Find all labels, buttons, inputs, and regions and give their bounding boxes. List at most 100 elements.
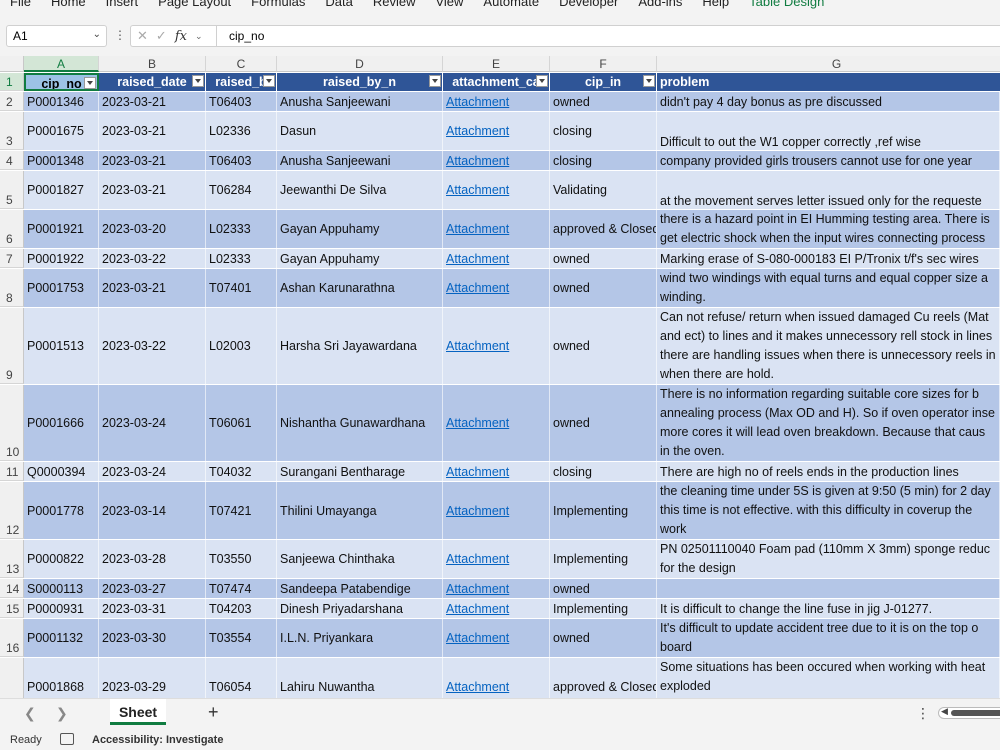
table-cell[interactable]: P0001675 — [24, 112, 99, 150]
cancel-icon[interactable]: ✕ — [137, 28, 148, 44]
ribbon-tab-developer[interactable]: Developer — [549, 0, 628, 9]
row-header[interactable]: 17 — [0, 658, 24, 698]
ribbon-tab-data[interactable]: Data — [315, 0, 362, 9]
column-header-a[interactable]: A — [24, 56, 99, 72]
attachment-link[interactable]: Attachment — [443, 210, 550, 248]
table-cell[interactable]: Harsha Sri Jayawardana — [277, 308, 443, 384]
table-cell[interactable]: L02333 — [206, 249, 277, 268]
table-cell[interactable]: P0001921 — [24, 210, 99, 248]
table-cell[interactable]: P0001346 — [24, 92, 99, 111]
attachment-link[interactable]: Attachment — [443, 249, 550, 268]
table-cell[interactable]: T07401 — [206, 269, 277, 307]
add-sheet-icon[interactable]: + — [208, 702, 219, 723]
macro-record-icon[interactable] — [60, 733, 74, 745]
attachment-link[interactable]: Attachment — [443, 579, 550, 598]
row-header[interactable]: 7 — [0, 249, 24, 268]
ribbon-tab-home[interactable]: Home — [41, 0, 96, 9]
table-cell[interactable]: Anusha Sanjeewani — [277, 92, 443, 111]
table-cell[interactable]: at the movement serves letter issued onl… — [657, 171, 1000, 209]
table-cell[interactable]: Dinesh Priyadarshana — [277, 599, 443, 618]
select-all-corner[interactable] — [0, 56, 24, 72]
scrollbar-thumb[interactable] — [951, 710, 1000, 716]
table-cell[interactable]: 2023-03-21 — [99, 92, 206, 111]
row-header[interactable]: 9 — [0, 308, 24, 384]
table-header-cell[interactable]: problem — [657, 73, 1000, 91]
table-cell[interactable]: company provided girls trousers cannot u… — [657, 151, 1000, 170]
table-cell[interactable]: There is no information regarding suitab… — [657, 385, 1000, 461]
table-cell[interactable]: closing — [550, 112, 657, 150]
table-cell[interactable]: T04203 — [206, 599, 277, 618]
attachment-link[interactable]: Attachment — [443, 540, 550, 578]
table-cell[interactable]: 2023-03-21 — [99, 151, 206, 170]
filter-dropdown-icon[interactable] — [536, 75, 548, 87]
table-cell[interactable]: 2023-03-24 — [99, 462, 206, 481]
attachment-link[interactable]: Attachment — [443, 385, 550, 461]
table-cell[interactable]: P0001827 — [24, 171, 99, 209]
column-header-g[interactable]: G — [657, 56, 1000, 72]
ribbon-tab-add-ins[interactable]: Add-ins — [628, 0, 692, 9]
attachment-link[interactable]: Attachment — [443, 658, 550, 698]
table-cell[interactable]: 2023-03-21 — [99, 171, 206, 209]
table-cell[interactable]: Ashan Karunarathna — [277, 269, 443, 307]
row-header[interactable]: 11 — [0, 462, 24, 481]
table-cell[interactable]: I.L.N. Priyankara — [277, 619, 443, 657]
sheet-tab[interactable]: Sheet — [110, 699, 166, 725]
filter-dropdown-icon[interactable] — [263, 75, 275, 87]
filter-dropdown-icon[interactable] — [84, 77, 96, 89]
filter-dropdown-icon[interactable] — [192, 75, 204, 87]
ribbon-tab-review[interactable]: Review — [363, 0, 426, 9]
table-cell[interactable]: 2023-03-21 — [99, 269, 206, 307]
ribbon-tab-table-design[interactable]: Table Design — [739, 0, 834, 9]
ribbon-tab-page-layout[interactable]: Page Layout — [148, 0, 241, 9]
spreadsheet-grid[interactable]: A B C D E F G 1 cip_no raised_date raised_b raised_… — [0, 56, 1000, 698]
table-cell[interactable]: owned — [550, 308, 657, 384]
ribbon-tab-help[interactable]: Help — [692, 0, 739, 9]
table-cell[interactable]: T06284 — [206, 171, 277, 209]
table-cell[interactable]: T04032 — [206, 462, 277, 481]
scroll-left-arrow-icon[interactable]: ◀ — [941, 706, 948, 717]
insert-function-icon[interactable]: fx — [175, 29, 187, 44]
attachment-link[interactable]: Attachment — [443, 462, 550, 481]
table-cell[interactable]: P0001922 — [24, 249, 99, 268]
table-cell[interactable]: T03554 — [206, 619, 277, 657]
column-header-d[interactable]: D — [277, 56, 443, 72]
table-cell[interactable]: owned — [550, 579, 657, 598]
accessibility-status[interactable]: Accessibility: Investigate — [92, 734, 223, 746]
column-header-f[interactable]: F — [550, 56, 657, 72]
table-cell[interactable]: owned — [550, 249, 657, 268]
table-cell[interactable]: 2023-03-29 — [99, 658, 206, 698]
table-cell[interactable]: T03550 — [206, 540, 277, 578]
table-cell[interactable]: 2023-03-20 — [99, 210, 206, 248]
row-header[interactable]: 10 — [0, 385, 24, 461]
table-cell[interactable]: It's difficult to update accident tree d… — [657, 619, 1000, 657]
table-cell[interactable]: Implementing — [550, 540, 657, 578]
table-cell[interactable]: Difficult to out the W1 copper correctly… — [657, 112, 1000, 150]
table-cell[interactable]: P0001348 — [24, 151, 99, 170]
table-cell[interactable]: Gayan Appuhamy — [277, 210, 443, 248]
table-cell[interactable] — [657, 579, 1000, 598]
table-cell[interactable]: P0001868 — [24, 658, 99, 698]
attachment-link[interactable]: Attachment — [443, 171, 550, 209]
column-header-c[interactable]: C — [206, 56, 277, 72]
table-cell[interactable]: 2023-03-31 — [99, 599, 206, 618]
row-header[interactable]: 6 — [0, 210, 24, 248]
table-cell[interactable]: Validating — [550, 171, 657, 209]
table-cell[interactable]: owned — [550, 385, 657, 461]
attachment-link[interactable]: Attachment — [443, 92, 550, 111]
table-cell[interactable]: 2023-03-24 — [99, 385, 206, 461]
table-cell[interactable]: Q0000394 — [24, 462, 99, 481]
attachment-link[interactable]: Attachment — [443, 112, 550, 150]
table-cell[interactable]: S0000113 — [24, 579, 99, 598]
table-cell[interactable]: Dasun — [277, 112, 443, 150]
table-cell[interactable]: T06403 — [206, 92, 277, 111]
ribbon-tab-file[interactable]: File — [0, 0, 41, 9]
table-header-cell[interactable]: raised_date — [99, 73, 206, 91]
filter-dropdown-icon[interactable] — [643, 75, 655, 87]
filter-dropdown-icon[interactable] — [429, 75, 441, 87]
table-cell[interactable]: 2023-03-27 — [99, 579, 206, 598]
row-header[interactable]: 1 — [0, 73, 24, 91]
table-cell[interactable]: 2023-03-28 — [99, 540, 206, 578]
attachment-link[interactable]: Attachment — [443, 619, 550, 657]
table-cell[interactable]: approved & Closed — [550, 210, 657, 248]
table-cell[interactable]: Thilini Umayanga — [277, 482, 443, 539]
